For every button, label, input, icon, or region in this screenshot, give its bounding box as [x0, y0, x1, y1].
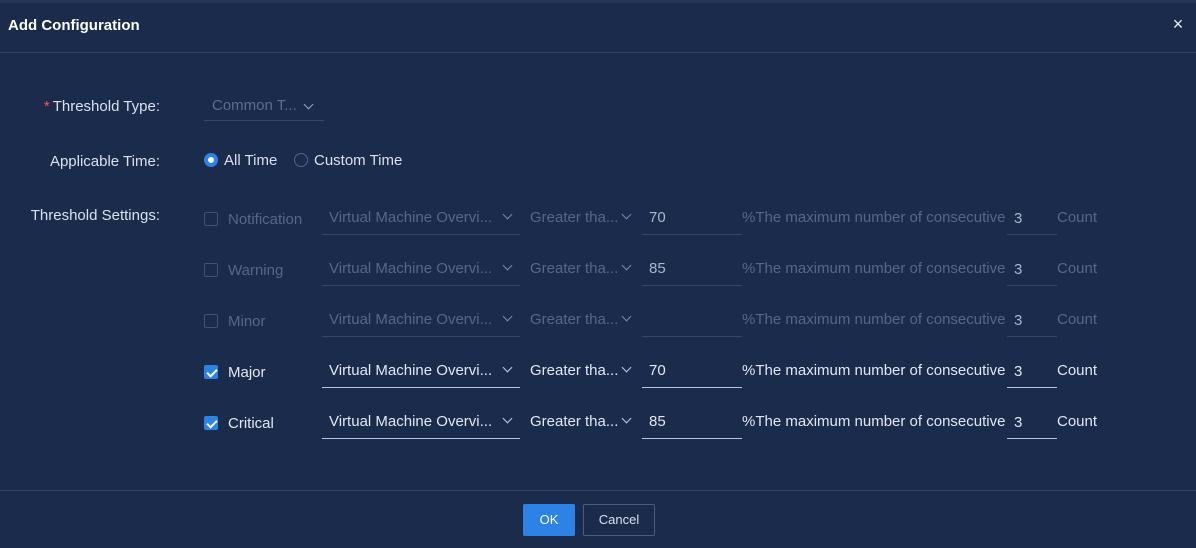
radio-custom-time-label[interactable]: Custom Time: [314, 152, 402, 169]
dialog-header: Add Configuration ×: [0, 3, 1196, 53]
comparator-select[interactable]: Greater tha...: [520, 403, 642, 439]
cancel-button[interactable]: Cancel: [583, 504, 655, 536]
comparator-value: Greater tha...: [530, 413, 619, 430]
dialog-title: Add Configuration: [8, 17, 140, 34]
level-label: Warning: [228, 262, 284, 279]
consecutive-count-input[interactable]: 3: [1007, 301, 1057, 337]
level-label: Critical: [228, 415, 274, 432]
applicable-time-label: Applicable Time:: [49, 153, 160, 170]
consecutive-count-value: 3: [1014, 414, 1023, 431]
chevron-down-icon: [303, 99, 314, 110]
threshold-value: 85: [649, 413, 666, 430]
threshold-value-input[interactable]: 70: [642, 352, 742, 388]
threshold-type-label-text: Threshold Type:: [52, 98, 160, 115]
threshold-type-label: * Threshold Type:: [44, 98, 160, 115]
chevron-down-icon: [621, 209, 632, 220]
count-unit: Count: [1057, 362, 1098, 379]
consecutive-count-value: 3: [1014, 312, 1023, 329]
count-unit: Count: [1057, 260, 1098, 277]
warning-checkbox[interactable]: [204, 263, 218, 277]
consecutive-count-value: 3: [1014, 363, 1023, 380]
metric-value: Virtual Machine Overvi...: [329, 311, 493, 328]
threshold-row-notification: Notification Virtual Machine Overvi... G…: [0, 199, 1196, 251]
threshold-row-warning: Warning Virtual Machine Overvi... Greate…: [0, 250, 1196, 302]
metric-select[interactable]: Virtual Machine Overvi...: [322, 250, 520, 286]
comparator-select[interactable]: Greater tha...: [520, 301, 642, 337]
consecutive-description: %The maximum number of consecutive: [742, 260, 1006, 277]
threshold-value-input[interactable]: 85: [642, 250, 742, 286]
close-icon[interactable]: ×: [1170, 15, 1186, 33]
threshold-row-critical: Critical Virtual Machine Overvi... Great…: [0, 403, 1196, 455]
comparator-value: Greater tha...: [530, 260, 619, 277]
consecutive-description: %The maximum number of consecutive: [742, 362, 1006, 379]
metric-value: Virtual Machine Overvi...: [329, 209, 493, 226]
chevron-down-icon: [621, 362, 632, 373]
threshold-value-input[interactable]: 70: [642, 199, 742, 235]
threshold-row-major: Major Virtual Machine Overvi... Greater …: [0, 352, 1196, 404]
chevron-down-icon: [621, 260, 632, 271]
consecutive-count-input[interactable]: 3: [1007, 403, 1057, 439]
consecutive-count-input[interactable]: 3: [1007, 352, 1057, 388]
ok-button[interactable]: OK: [523, 504, 575, 536]
metric-select[interactable]: Virtual Machine Overvi...: [322, 352, 520, 388]
threshold-value: 70: [649, 362, 666, 379]
threshold-row-minor: Minor Virtual Machine Overvi... Greater …: [0, 301, 1196, 353]
count-unit: Count: [1057, 413, 1098, 430]
chevron-down-icon: [502, 362, 513, 373]
metric-select[interactable]: Virtual Machine Overvi...: [322, 301, 520, 337]
threshold-value-input[interactable]: 85: [642, 403, 742, 439]
consecutive-count-value: 3: [1014, 261, 1023, 278]
metric-value: Virtual Machine Overvi...: [329, 260, 493, 277]
consecutive-count-value: 3: [1014, 210, 1023, 227]
consecutive-count-input[interactable]: 3: [1007, 199, 1057, 235]
count-unit: Count: [1057, 209, 1098, 226]
comparator-value: Greater tha...: [530, 209, 619, 226]
chevron-down-icon: [502, 311, 513, 322]
threshold-value: 85: [649, 260, 666, 277]
chevron-down-icon: [621, 311, 632, 322]
critical-checkbox[interactable]: [204, 416, 218, 430]
minor-checkbox[interactable]: [204, 314, 218, 328]
required-mark: *: [43, 98, 50, 115]
chevron-down-icon: [621, 413, 632, 424]
threshold-value: 70: [649, 209, 666, 226]
threshold-value-input[interactable]: [642, 301, 742, 337]
consecutive-description: %The maximum number of consecutive: [742, 209, 1006, 226]
consecutive-description: %The maximum number of consecutive: [742, 413, 1006, 430]
comparator-select[interactable]: Greater tha...: [520, 199, 642, 235]
dialog-footer: OK Cancel: [0, 490, 1196, 548]
consecutive-count-input[interactable]: 3: [1007, 250, 1057, 286]
radio-all-time-label[interactable]: All Time: [224, 152, 277, 169]
threshold-type-value: Common T...: [212, 97, 297, 114]
notification-checkbox[interactable]: [204, 212, 218, 226]
comparator-select[interactable]: Greater tha...: [520, 250, 642, 286]
threshold-type-select[interactable]: Common T...: [204, 93, 324, 121]
level-label: Notification: [228, 211, 303, 228]
metric-value: Virtual Machine Overvi...: [329, 362, 493, 379]
chevron-down-icon: [502, 260, 513, 271]
comparator-value: Greater tha...: [530, 311, 619, 328]
radio-all-time[interactable]: [204, 153, 218, 167]
comparator-value: Greater tha...: [530, 362, 619, 379]
consecutive-description: %The maximum number of consecutive: [742, 311, 1006, 328]
radio-custom-time[interactable]: [294, 153, 308, 167]
chevron-down-icon: [502, 413, 513, 424]
count-unit: Count: [1057, 311, 1098, 328]
major-checkbox[interactable]: [204, 365, 218, 379]
metric-select[interactable]: Virtual Machine Overvi...: [322, 403, 520, 439]
level-label: Major: [228, 364, 266, 381]
comparator-select[interactable]: Greater tha...: [520, 352, 642, 388]
chevron-down-icon: [502, 209, 513, 220]
level-label: Minor: [228, 313, 266, 330]
metric-select[interactable]: Virtual Machine Overvi...: [322, 199, 520, 235]
metric-value: Virtual Machine Overvi...: [329, 413, 493, 430]
